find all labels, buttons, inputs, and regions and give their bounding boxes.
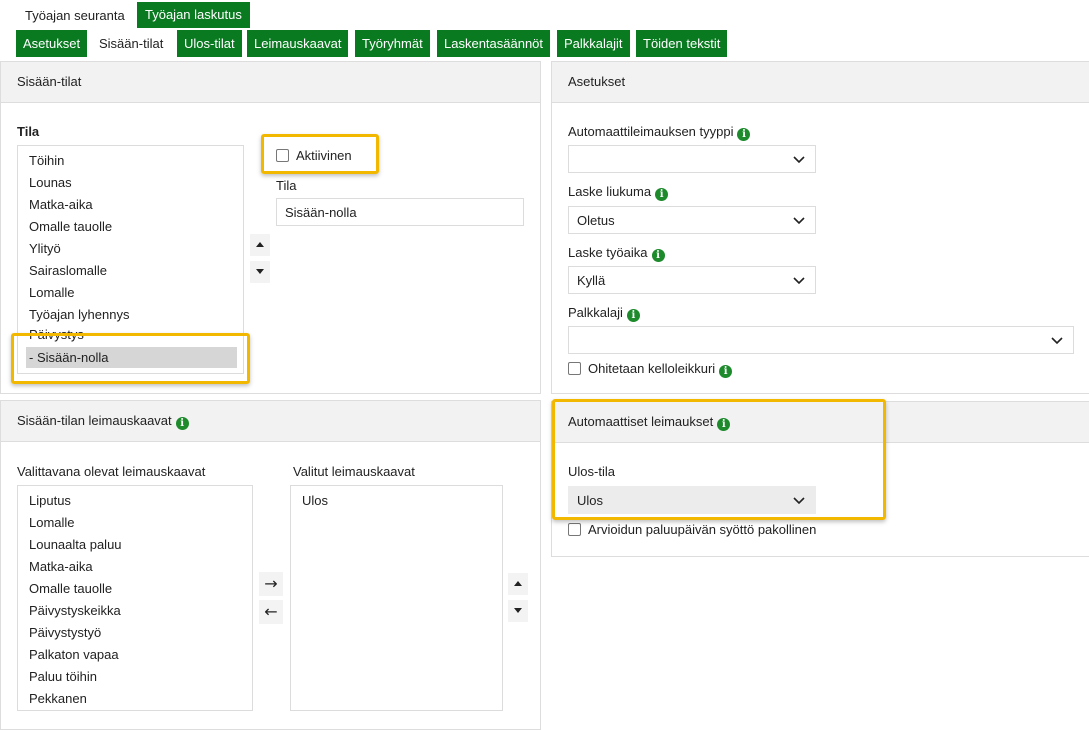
tab-tyoajan-seuranta[interactable]: Työajan seuranta [16,2,134,28]
caret-up-icon [256,242,264,247]
state-list-label: Tila [17,124,40,139]
stamp-formulas-header: Sisään-tilan leimauskaavat i [1,401,540,442]
chevron-down-icon [1051,337,1063,345]
subtab-ulos-tilat[interactable]: Ulos-tilat [177,30,243,57]
subtab-leimauskaavat[interactable]: Leimauskaavat [247,30,350,57]
state-name-value: Sisään-nolla [285,205,357,220]
subtab-toiden-tekstit[interactable]: Töiden tekstit [636,30,729,57]
stamp-formulas-title-text: Sisään-tilan leimauskaavat [17,413,172,428]
stamp-formulas-panel: Sisään-tilan leimauskaavat i Valittavana … [0,400,541,730]
selected-formulas-label: Valitut leimauskaavat [293,464,415,479]
list-item[interactable]: Töihin [29,153,64,168]
worktime-label-text: Laske työaika [568,245,648,260]
subtab-tyoryhmat[interactable]: Työryhmät [355,30,431,57]
info-icon[interactable]: i [719,365,733,378]
list-item[interactable]: Ylityö [29,241,61,256]
auto-type-label-text: Automaattileimauksen tyyppi [568,124,734,139]
available-formulas-label: Valittavana olevat leimauskaavat [17,464,206,479]
highlight-auto-stamps [552,399,886,520]
slide-label: Laske liukuma i [568,184,669,201]
info-icon[interactable]: i [655,188,669,201]
list-item[interactable]: Työajan lyhennys [29,307,129,322]
auto-type-select[interactable] [568,145,816,173]
list-item[interactable]: Matka-aika [29,559,93,574]
states-panel-header: Sisään-tilat [1,62,540,103]
worktime-value: Kyllä [577,273,606,288]
settings-panel: Asetukset Automaattileimauksen tyyppi i L… [551,61,1089,394]
move-state-down-button[interactable] [250,261,270,283]
list-item[interactable]: Lounaalta paluu [29,537,122,552]
list-item[interactable]: Päivystyskeikka [29,603,121,618]
add-formula-button[interactable]: → [259,572,283,596]
worktime-label: Laske työaika i [568,245,665,262]
subtab-laskentasaannot[interactable]: Laskentasäännöt [437,30,552,57]
settings-panel-title: Asetukset [568,74,626,89]
list-item[interactable]: Ulos [302,493,328,508]
move-formula-down-button[interactable] [508,600,528,622]
slide-value: Oletus [577,213,615,228]
move-formula-up-button[interactable] [508,573,528,595]
list-item[interactable]: Lomalle [29,515,75,530]
info-icon[interactable]: i [626,309,640,322]
list-item[interactable]: Liputus [29,493,71,508]
caret-down-icon [514,608,522,613]
list-item[interactable]: Palkaton vapaa [29,647,119,662]
return-date-label: Arvioidun paluupäivän syöttö pakollinen [588,522,817,537]
state-name-input[interactable]: Sisään-nolla [276,198,524,226]
skip-clock-label: Ohitetaan kelloleikkuri i [588,361,733,378]
list-item[interactable]: Pekkanen [29,691,87,706]
list-item[interactable]: Omalle tauolle [29,581,112,596]
list-item[interactable]: Päivystystyö [29,625,101,640]
wage-type-select[interactable] [568,326,1074,354]
return-date-checkbox[interactable] [568,523,581,536]
chevron-down-icon [793,156,805,164]
skip-clock-checkbox[interactable] [568,362,581,375]
info-icon[interactable]: i [651,249,665,262]
wage-type-label: Palkkalaji i [568,305,640,322]
list-item[interactable]: Omalle tauolle [29,219,112,234]
caret-up-icon [514,581,522,586]
highlight-selected-state [11,333,250,384]
remove-formula-button[interactable]: ← [259,600,283,624]
available-formulas-list[interactable]: Liputus Lomalle Lounaalta paluu Matka-ai… [17,485,253,711]
worktime-select[interactable]: Kyllä [568,266,816,294]
chevron-down-icon [793,277,805,285]
stamp-formulas-title: Sisään-tilan leimauskaavat i [17,413,189,430]
slide-select[interactable]: Oletus [568,206,816,234]
chevron-down-icon [793,217,805,225]
auto-type-label: Automaattileimauksen tyyppi i [568,124,751,141]
list-item[interactable]: Lounas [29,175,72,190]
subtab-asetukset[interactable]: Asetukset [16,30,89,57]
highlight-active-checkbox [261,134,379,174]
list-item[interactable]: Matka-aika [29,197,93,212]
caret-down-icon [256,269,264,274]
wage-type-label-text: Palkkalaji [568,305,623,320]
info-icon[interactable]: i [175,417,189,430]
list-item[interactable]: Lomalle [29,285,75,300]
arrow-right-icon: → [264,574,278,593]
subtab-sisaan-tilat[interactable]: Sisään-tilat [92,30,172,57]
arrow-left-icon: ← [264,602,278,621]
info-icon[interactable]: i [737,128,751,141]
states-panel-title: Sisään-tilat [17,74,82,89]
list-item[interactable]: Sairaslomalle [29,263,107,278]
slide-label-text: Laske liukuma [568,184,652,199]
list-item[interactable]: Paluu töihin [29,669,97,684]
settings-panel-header: Asetukset [552,62,1089,103]
state-name-label: Tila [276,178,297,193]
selected-formulas-list[interactable]: Ulos [290,485,503,711]
tab-tyoajan-laskutus[interactable]: Työajan laskutus [137,2,250,28]
move-state-up-button[interactable] [250,234,270,256]
subtab-palkkalajit[interactable]: Palkkalajit [557,30,631,57]
skip-clock-label-text: Ohitetaan kelloleikkuri [588,361,716,376]
